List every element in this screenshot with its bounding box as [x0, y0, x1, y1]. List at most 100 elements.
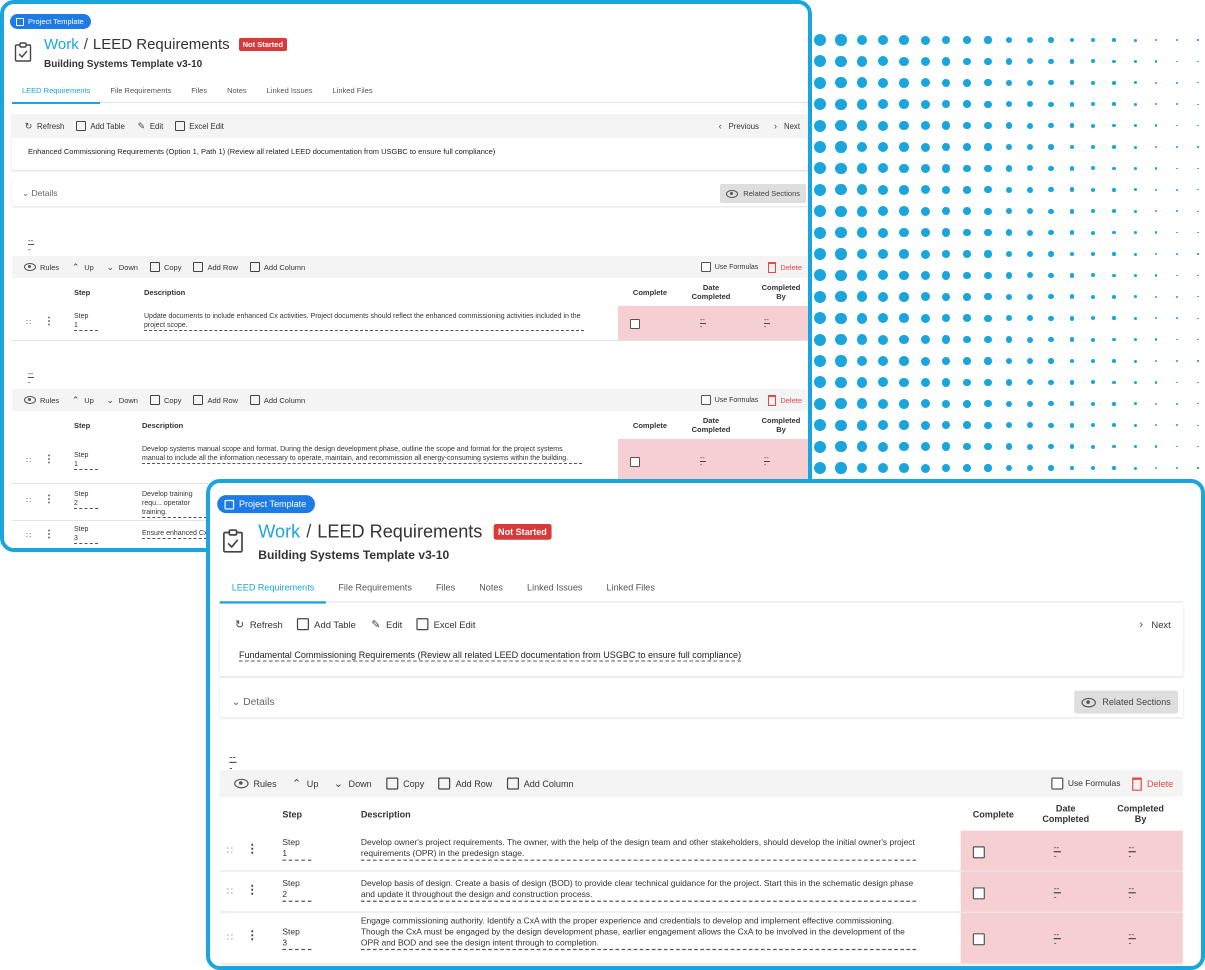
tab-linked-files[interactable]: Linked Files [594, 575, 666, 602]
add-column-button[interactable]: Add Column [249, 395, 305, 405]
kebab-menu-icon[interactable]: ⋮ [246, 930, 258, 943]
date-completed-cell[interactable]: --- [700, 317, 706, 331]
kebab-menu-icon[interactable]: ⋮ [44, 316, 54, 327]
add-column-button[interactable]: Add Column [506, 777, 574, 790]
tab-linked-issues[interactable]: Linked Issues [515, 575, 595, 602]
related-sections-button[interactable]: Related Sections [1074, 690, 1179, 714]
previous-button[interactable]: ‹ Previous [716, 121, 759, 131]
rules-button[interactable]: Rules [24, 396, 59, 405]
tab-linked-files[interactable]: Linked Files [323, 80, 383, 102]
drag-handle-icon[interactable]: ∷ [227, 886, 233, 897]
step-cell[interactable]: Step 1 [74, 312, 98, 331]
kebab-menu-icon[interactable]: ⋮ [44, 454, 54, 465]
next-button[interactable]: › Next [771, 121, 800, 131]
down-button[interactable]: ⌄ Down [106, 395, 138, 405]
completed-by-cell[interactable]: --- [1128, 885, 1136, 902]
date-completed-cell[interactable]: --- [700, 455, 706, 469]
down-button[interactable]: ⌄ Down [106, 262, 138, 272]
tab-file-requirements[interactable]: File Requirements [326, 575, 424, 602]
use-formulas-checkbox[interactable]: Use Formulas [700, 262, 758, 272]
delete-button[interactable]: Delete [1132, 776, 1173, 791]
description-cell[interactable]: Develop basis of design. Create a basis … [360, 879, 917, 902]
up-button[interactable]: ⌃ Up [291, 778, 318, 789]
work-breadcrumb-link[interactable]: Work [44, 36, 79, 53]
description-cell[interactable]: Develop training requ... operator traini… [142, 490, 212, 518]
step-cell[interactable]: Step 3 [74, 525, 98, 544]
step-cell[interactable]: Step 2 [282, 879, 312, 902]
tab-files[interactable]: Files [181, 80, 217, 102]
copy-button[interactable]: Copy [149, 395, 181, 405]
details-toggle[interactable]: ⌄ Details [232, 695, 275, 708]
work-breadcrumb-link[interactable]: Work [258, 522, 300, 543]
tab-linked-issues[interactable]: Linked Issues [257, 80, 323, 102]
add-column-button[interactable]: Add Column [249, 262, 305, 272]
rules-button[interactable]: Rules [234, 778, 277, 789]
kebab-menu-icon[interactable]: ⋮ [246, 884, 258, 897]
add-row-button[interactable]: Add Row [193, 395, 238, 405]
next-button[interactable]: › Next [1136, 618, 1170, 629]
edit-button[interactable]: ✎ Edit [137, 121, 164, 131]
delete-button[interactable]: Delete [768, 394, 802, 406]
table-name[interactable]: --- [28, 236, 34, 254]
use-formulas-checkbox[interactable]: Use Formulas [700, 395, 758, 405]
related-sections-button[interactable]: Related Sections [720, 184, 806, 203]
use-formulas-checkbox[interactable]: Use Formulas [1050, 777, 1120, 790]
step-cell[interactable]: Step 1 [74, 451, 98, 470]
kebab-menu-icon[interactable]: ⋮ [246, 843, 258, 856]
complete-checkbox[interactable] [630, 457, 640, 467]
copy-button[interactable]: Copy [149, 262, 181, 272]
date-completed-cell[interactable]: --- [1053, 931, 1061, 948]
drag-handle-icon[interactable]: ∷ [227, 932, 233, 943]
drag-handle-icon[interactable]: ∷ [26, 456, 31, 465]
kebab-menu-icon[interactable]: ⋮ [44, 494, 54, 505]
add-row-button[interactable]: Add Row [438, 777, 492, 790]
date-completed-cell[interactable]: --- [1053, 844, 1061, 861]
description-cell[interactable]: Update documents to include enhanced Cx … [144, 312, 584, 331]
kebab-menu-icon[interactable]: ⋮ [44, 529, 54, 540]
completed-by-cell[interactable]: --- [1128, 931, 1136, 948]
description-cell[interactable]: Engage commissioning authority. Identify… [360, 916, 917, 951]
description-cell[interactable]: Develop systems manual scope and format.… [142, 445, 582, 464]
drag-handle-icon[interactable]: ∷ [26, 531, 31, 540]
drag-handle-icon[interactable]: ∷ [26, 496, 31, 505]
description-cell[interactable]: Develop owner's project requirements. Th… [360, 838, 917, 861]
add-table-button[interactable]: Add Table [297, 618, 356, 631]
down-button[interactable]: ⌄ Down [333, 778, 372, 789]
completed-by-cell[interactable]: --- [764, 455, 770, 469]
completed-by-cell[interactable]: --- [1128, 844, 1136, 861]
complete-checkbox[interactable] [972, 933, 985, 946]
excel-edit-button[interactable]: Excel Edit [175, 121, 224, 131]
complete-checkbox[interactable] [972, 887, 985, 900]
step-cell[interactable]: Step 3 [282, 927, 312, 951]
table-name[interactable]: --- [28, 369, 34, 387]
drag-handle-icon[interactable]: ∷ [227, 845, 233, 856]
complete-checkbox[interactable] [972, 846, 985, 859]
description-cell[interactable]: Ensure enhanced Cx [142, 529, 212, 539]
edit-button[interactable]: ✎ Edit [370, 618, 402, 629]
tab-files[interactable]: Files [424, 575, 467, 602]
excel-edit-button[interactable]: Excel Edit [416, 618, 476, 631]
add-table-button[interactable]: Add Table [76, 121, 125, 131]
rules-button[interactable]: Rules [24, 263, 59, 272]
tab-leed-requirements[interactable]: LEED Requirements [12, 80, 101, 104]
delete-button[interactable]: Delete [768, 261, 802, 273]
up-button[interactable]: ⌃ Up [71, 262, 94, 272]
details-toggle[interactable]: ⌄ Details [22, 188, 57, 199]
tab-leed-requirements[interactable]: LEED Requirements [219, 575, 327, 604]
complete-checkbox[interactable] [630, 319, 640, 329]
drag-handle-icon[interactable]: ∷ [26, 318, 31, 327]
tab-notes[interactable]: Notes [217, 80, 257, 102]
table-name[interactable]: --- [229, 752, 237, 774]
tab-notes[interactable]: Notes [467, 575, 515, 602]
add-row-button[interactable]: Add Row [193, 262, 238, 272]
copy-button[interactable]: Copy [386, 777, 424, 790]
date-completed-cell[interactable]: --- [1053, 885, 1061, 902]
refresh-button[interactable]: ↻ Refresh [24, 121, 65, 131]
up-button[interactable]: ⌃ Up [71, 395, 94, 405]
refresh-button[interactable]: ↻ Refresh [234, 618, 283, 629]
step-cell[interactable]: Step 2 [74, 490, 98, 509]
tab-file-requirements[interactable]: File Requirements [100, 80, 181, 102]
section-description[interactable]: Fundamental Commissioning Requirements (… [238, 650, 742, 662]
completed-by-cell[interactable]: --- [764, 317, 770, 331]
step-cell[interactable]: Step 1 [282, 838, 312, 861]
